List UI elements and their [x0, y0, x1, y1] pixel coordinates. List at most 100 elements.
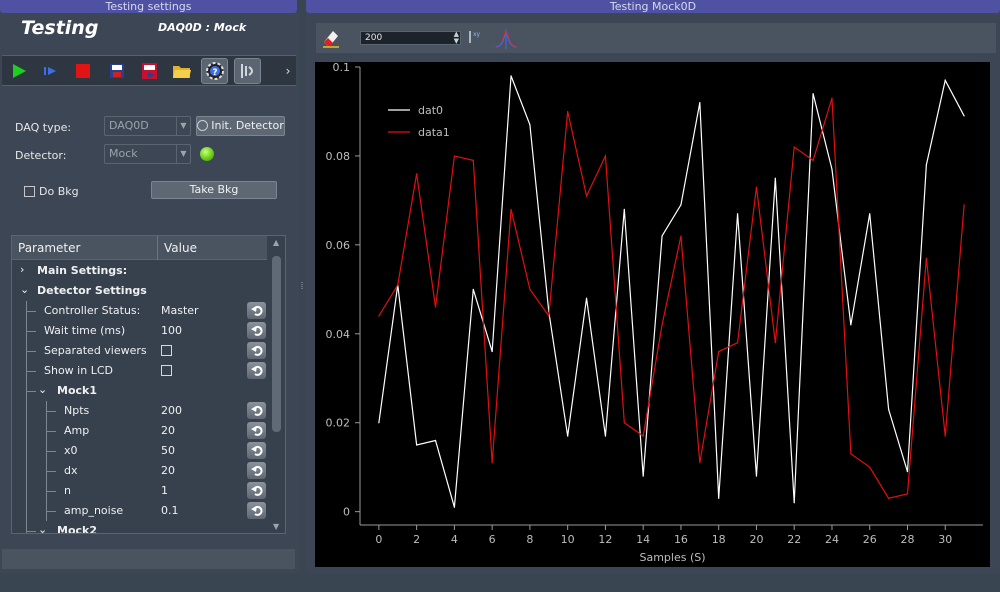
data-point: [434, 439, 437, 442]
tree-row[interactable]: Separated viewers: [12, 341, 267, 361]
reset-default-button[interactable]: [247, 342, 266, 359]
points-spinbox[interactable]: 200 ▲ ▼: [360, 31, 461, 45]
parameter-value[interactable]: 1: [161, 484, 168, 497]
viewer-button[interactable]: [234, 58, 261, 84]
parameter-value[interactable]: 20: [161, 464, 175, 477]
series-line-dat0[interactable]: [378, 75, 965, 508]
data-point: [888, 408, 890, 410]
tree-row[interactable]: amp_noise 0.1: [12, 501, 267, 521]
reset-default-button[interactable]: [247, 402, 266, 419]
parameter-name: Show in LCD: [44, 364, 113, 377]
more-button[interactable]: ›: [281, 58, 295, 84]
daq-type-value: DAQ0D: [109, 119, 149, 132]
chevron-down-icon[interactable]: ⌄: [38, 523, 47, 533]
parameter-value[interactable]: Master: [161, 304, 199, 317]
data-point: [906, 471, 909, 473]
axis-toggle-button[interactable]: xy: [467, 28, 485, 46]
parameter-checkbox[interactable]: [161, 365, 172, 376]
play-button[interactable]: [5, 58, 32, 84]
data-point: [812, 93, 814, 95]
reset-default-button[interactable]: [247, 322, 266, 339]
spin-arrows-icon[interactable]: ▲ ▼: [454, 31, 459, 45]
chevron-down-icon[interactable]: ⌄: [38, 383, 47, 396]
parameter-value[interactable]: 100: [161, 324, 182, 337]
y-tick-label: 0.1: [333, 62, 351, 74]
line-chart[interactable]: 00.020.040.060.080.10 2 4 6 8 10 12 14 16 18 20 22 2…: [315, 61, 990, 567]
right-window-titlebar[interactable]: Testing Mock0D: [306, 0, 1000, 13]
clear-button[interactable]: [321, 28, 341, 48]
parameter-value[interactable]: 20: [161, 424, 175, 437]
chevron-right-icon[interactable]: ›: [20, 263, 24, 276]
do-bkg-label: Do Bkg: [39, 185, 79, 198]
detector-select[interactable]: Mock ▼: [104, 144, 191, 164]
plot-area[interactable]: 0 0.02 0.04 0.06 0.08 0.1 0 2 4 6 8 10 12 14 16 18 20 22 2…: [315, 61, 990, 567]
reset-default-button[interactable]: [247, 362, 266, 379]
stop-button[interactable]: [69, 58, 96, 84]
tree-branch-line: [26, 331, 36, 332]
tree-row[interactable]: Npts 200: [12, 401, 267, 421]
column-header-parameter[interactable]: Parameter: [12, 236, 158, 260]
column-header-value[interactable]: Value: [158, 236, 267, 260]
save-button[interactable]: [103, 58, 130, 84]
data-point: [869, 466, 871, 468]
tree-row[interactable]: ⌄ Detector Settings: [12, 281, 267, 301]
save-as-button[interactable]: [136, 58, 163, 84]
tree-scrollbar[interactable]: ▲ ▼: [269, 236, 285, 533]
parameter-value[interactable]: 50: [161, 444, 175, 457]
scroll-down-icon[interactable]: ▼: [273, 522, 279, 531]
scrollbar-thumb[interactable]: [272, 256, 281, 432]
parameter-name: Wait time (ms): [44, 324, 126, 337]
do-bkg-checkbox[interactable]: [24, 186, 35, 197]
tree-row[interactable]: › Main Settings:: [12, 261, 267, 281]
take-bkg-label: Take Bkg: [189, 183, 239, 196]
points-spinbox-value: 200: [365, 33, 383, 43]
reset-default-button[interactable]: [247, 502, 266, 519]
reset-default-button[interactable]: [247, 422, 266, 439]
parameter-checkbox[interactable]: [161, 345, 172, 356]
take-bkg-button[interactable]: Take Bkg: [151, 181, 277, 199]
data-point: [491, 462, 493, 464]
data-point: [736, 213, 739, 215]
tree-row[interactable]: ⌄ Mock2: [12, 521, 267, 533]
tree-branch-line: [26, 341, 27, 361]
reset-default-button[interactable]: [247, 302, 266, 319]
init-detector-button[interactable]: Init. Detector: [196, 116, 285, 136]
reset-default-button[interactable]: [247, 462, 266, 479]
tree-row[interactable]: Controller Status: Master: [12, 301, 267, 321]
left-window-titlebar[interactable]: Testing settings: [0, 0, 297, 13]
data-point: [623, 208, 625, 210]
parameter-name: Main Settings:: [37, 264, 128, 277]
data-point: [416, 444, 418, 446]
parameter-value[interactable]: 0.1: [161, 504, 179, 517]
tree-branch-line: [26, 521, 27, 533]
legend-label: dat0: [418, 104, 443, 117]
tree-row[interactable]: dx 20: [12, 461, 267, 481]
chevron-down-icon[interactable]: ⌄: [20, 283, 29, 296]
init-detector-icon: [197, 120, 209, 131]
parameter-name: Separated viewers: [44, 344, 147, 357]
svg-text:?: ?: [212, 68, 217, 78]
settings-help-button[interactable]: ?: [201, 58, 228, 84]
y-tick-label: 0: [343, 506, 350, 519]
tree-row[interactable]: Show in LCD: [12, 361, 267, 381]
parameter-name: dx: [64, 464, 78, 477]
parameter-name: Amp: [64, 424, 90, 437]
reset-default-button[interactable]: [247, 442, 266, 459]
tree-branch-line: [46, 411, 56, 412]
series-line-data1[interactable]: [378, 97, 965, 500]
tree-row[interactable]: Amp 20: [12, 421, 267, 441]
data-point: [869, 213, 871, 215]
reset-default-button[interactable]: [247, 482, 266, 499]
open-folder-button[interactable]: [168, 58, 195, 84]
splitter-handle[interactable]: [300, 282, 304, 290]
data-point: [434, 306, 437, 308]
step-button[interactable]: [36, 58, 63, 84]
daq-type-select[interactable]: DAQ0D ▼: [104, 116, 191, 136]
tree-row[interactable]: Wait time (ms) 100: [12, 321, 267, 341]
parameter-value[interactable]: 200: [161, 404, 182, 417]
gaussian-fit-button[interactable]: [493, 26, 519, 50]
tree-row[interactable]: x0 50: [12, 441, 267, 461]
scroll-up-icon[interactable]: ▲: [273, 238, 279, 247]
tree-row[interactable]: n1: [12, 481, 267, 501]
tree-row[interactable]: ⌄ Mock1: [12, 381, 267, 401]
